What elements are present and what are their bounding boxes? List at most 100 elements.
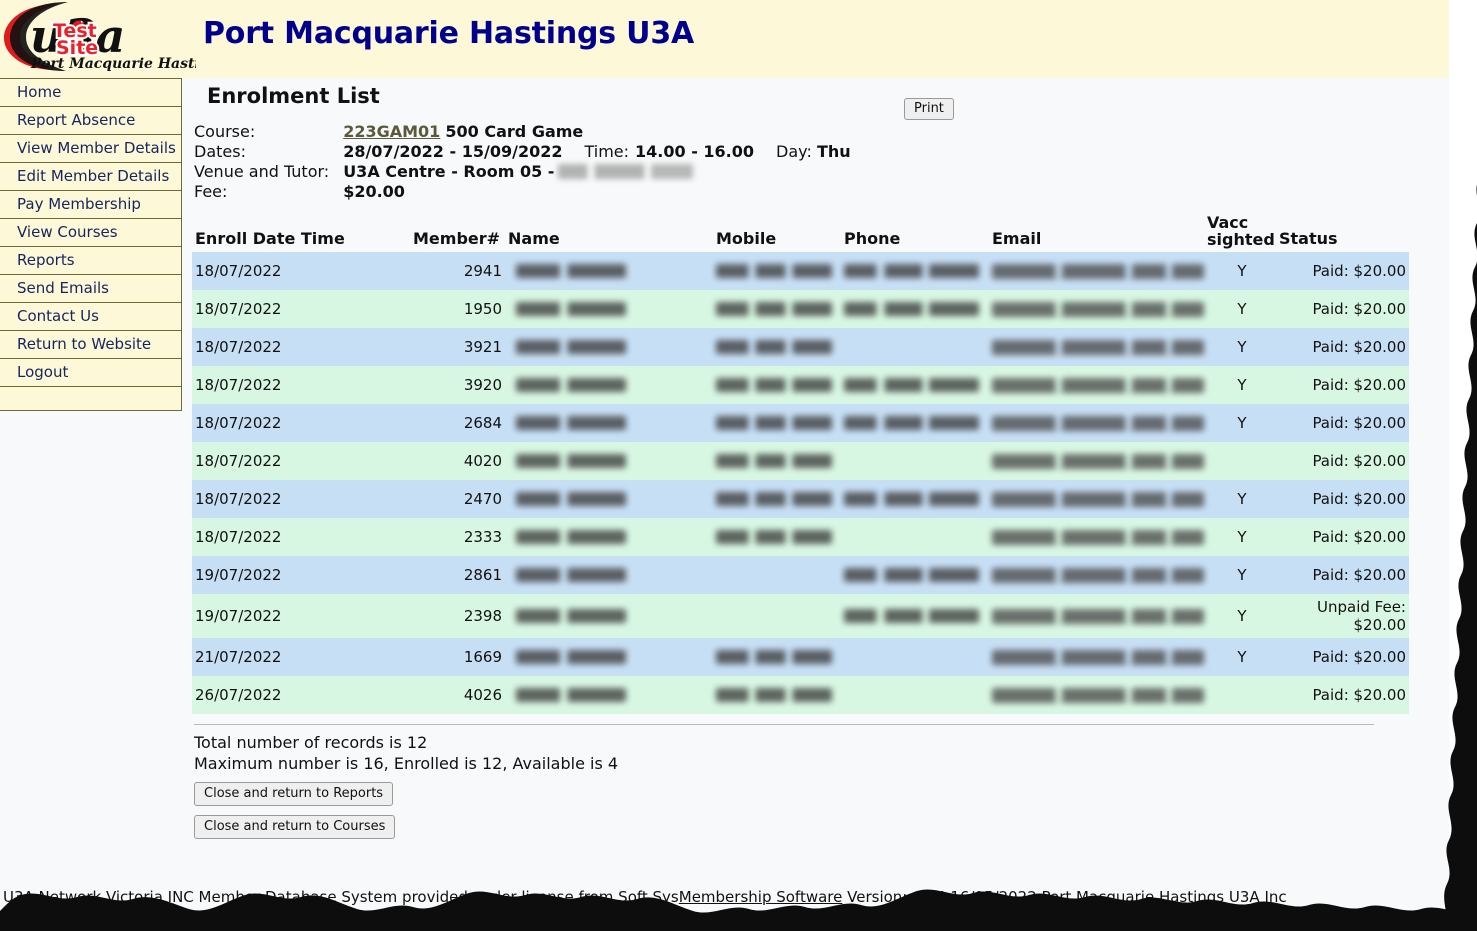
- cell-name-redacted: [516, 378, 626, 392]
- table-body: 18/07/20222941YPaid: $20.0018/07/2022195…: [192, 252, 1409, 714]
- cell-enroll-date: 18/07/2022: [192, 290, 390, 328]
- cell-email: [989, 290, 1207, 328]
- time-value: 14.00 - 16.00: [629, 142, 754, 162]
- cell-name: [508, 290, 713, 328]
- footer-text-before: U3A Network Victoria INC Member Database…: [3, 888, 679, 906]
- cell-email-redacted: [992, 530, 1204, 545]
- cell-mobile-redacted: [716, 454, 832, 468]
- cell-member-no: 2470: [390, 480, 508, 518]
- cell-status: Unpaid Fee: $20.00: [1277, 594, 1409, 638]
- cell-vacc-sighted: [1207, 676, 1277, 714]
- cell-phone: [841, 638, 989, 676]
- cell-enroll-date: 18/07/2022: [192, 366, 390, 404]
- cell-mobile: [713, 638, 841, 676]
- sidebar-item-contact-us[interactable]: Contact Us: [0, 303, 181, 331]
- fee-value: $20.00: [343, 182, 850, 202]
- cell-name-redacted: [516, 340, 626, 354]
- membership-software-link[interactable]: Membership Software: [679, 888, 843, 906]
- sidebar-item-pay-membership[interactable]: Pay Membership: [0, 191, 181, 219]
- status-value: Paid: $20.00: [1312, 452, 1406, 470]
- cell-mobile: [713, 556, 841, 594]
- sidebar-item-send-emails[interactable]: Send Emails: [0, 275, 181, 303]
- cell-name: [508, 328, 713, 366]
- cell-name: [508, 676, 713, 714]
- sidebar-item-report-absence[interactable]: Report Absence: [0, 107, 181, 135]
- cell-phone: [841, 480, 989, 518]
- course-code-link[interactable]: 223GAM01: [343, 122, 440, 141]
- sidebar-item-view-member-details[interactable]: View Member Details: [0, 135, 181, 163]
- status-value: Paid: $20.00: [1312, 376, 1406, 394]
- table-row: 18/07/20223920YPaid: $20.00: [192, 366, 1409, 404]
- cell-name: [508, 594, 713, 638]
- table-row: 18/07/20222333YPaid: $20.00: [192, 518, 1409, 556]
- venue-row: Venue and Tutor: U3A Centre - Room 05 -: [194, 162, 851, 182]
- day-value: Thu: [817, 142, 851, 161]
- cell-email: [989, 366, 1207, 404]
- enrolment-table: Enroll Date Time Member# Name Mobile Pho…: [192, 214, 1409, 714]
- header-phone: Phone: [841, 214, 989, 252]
- cell-mobile: [713, 676, 841, 714]
- sidebar-item-view-courses[interactable]: View Courses: [0, 219, 181, 247]
- cell-email-redacted: [992, 650, 1204, 665]
- cell-vacc-sighted: Y: [1207, 638, 1277, 676]
- capacity-line: Maximum number is 16, Enrolled is 12, Av…: [194, 754, 1437, 773]
- cell-email-redacted: [992, 688, 1204, 703]
- header-mobile: Mobile: [713, 214, 841, 252]
- cell-enroll-date: 18/07/2022: [192, 442, 390, 480]
- cell-phone: [841, 518, 989, 556]
- sidebar-item-logout[interactable]: Logout: [0, 359, 181, 387]
- cell-mobile: [713, 252, 841, 290]
- cell-status: Paid: $20.00: [1277, 442, 1409, 480]
- status-value: Paid: $20.00: [1312, 648, 1406, 666]
- status-value: Paid: $20.00: [1312, 300, 1406, 318]
- sidebar-item-reports[interactable]: Reports: [0, 247, 181, 275]
- cell-member-no: 1669: [390, 638, 508, 676]
- cell-mobile-redacted: [716, 378, 832, 392]
- u3a-logo[interactable]: u3a Test Test Site Site Port Macquarie H…: [0, 0, 196, 72]
- sidebar-nav: Home Report Absence View Member Details …: [0, 78, 182, 411]
- cell-vacc-sighted: Y: [1207, 594, 1277, 638]
- total-records-line: Total number of records is 12: [194, 733, 1437, 752]
- cell-name-redacted: [516, 688, 626, 702]
- page-title: Enrolment List: [207, 84, 1437, 108]
- sidebar-item-return-to-website[interactable]: Return to Website: [0, 331, 181, 359]
- cell-enroll-date: 18/07/2022: [192, 404, 390, 442]
- cell-email-redacted: [992, 340, 1204, 355]
- sidebar-item-home[interactable]: Home: [0, 79, 181, 107]
- cell-vacc-sighted: Y: [1207, 480, 1277, 518]
- cell-member-no: 2861: [390, 556, 508, 594]
- cell-phone: [841, 442, 989, 480]
- cell-vacc-sighted: Y: [1207, 366, 1277, 404]
- print-button[interactable]: Print: [904, 98, 954, 120]
- cell-mobile: [713, 404, 841, 442]
- cell-member-no: 4020: [390, 442, 508, 480]
- cell-phone: [841, 290, 989, 328]
- masthead: u3a Test Test Site Site Port Macquarie H…: [0, 0, 1449, 78]
- table-head: Enroll Date Time Member# Name Mobile Pho…: [192, 214, 1409, 252]
- cell-name: [508, 638, 713, 676]
- close-return-reports-button[interactable]: Close and return to Reports: [194, 782, 393, 806]
- dates-value: 28/07/2022 - 15/09/2022: [343, 142, 562, 162]
- table-divider: [194, 724, 1374, 725]
- close-return-courses-button[interactable]: Close and return to Courses: [194, 815, 395, 839]
- cell-status: Paid: $20.00: [1277, 328, 1409, 366]
- cell-mobile: [713, 518, 841, 556]
- cell-member-no: 1950: [390, 290, 508, 328]
- cell-name-redacted: [516, 416, 626, 430]
- table-header-row: Enroll Date Time Member# Name Mobile Pho…: [192, 214, 1409, 252]
- cell-vacc-sighted: Y: [1207, 252, 1277, 290]
- table-row: 18/07/20222684YPaid: $20.00: [192, 404, 1409, 442]
- cell-member-no: 2333: [390, 518, 508, 556]
- cell-phone: [841, 676, 989, 714]
- cell-email: [989, 404, 1207, 442]
- logo-graphic: u3a Test Test Site Site Port Macquarie H…: [0, 0, 196, 72]
- sidebar-item-edit-member-details[interactable]: Edit Member Details: [0, 163, 181, 191]
- cell-status: Paid: $20.00: [1277, 676, 1409, 714]
- dates-label: Dates:: [194, 142, 343, 162]
- course-name: 500 Card Game: [445, 122, 583, 141]
- cell-email-redacted: [992, 609, 1204, 624]
- status-value: Unpaid Fee: $20.00: [1317, 598, 1406, 634]
- site-title: Port Macquarie Hastings U3A: [203, 16, 694, 51]
- status-value: Paid: $20.00: [1312, 490, 1406, 508]
- footer-text-after: Version: 6.04 16/05/2022 Port Macquarie …: [847, 888, 1286, 906]
